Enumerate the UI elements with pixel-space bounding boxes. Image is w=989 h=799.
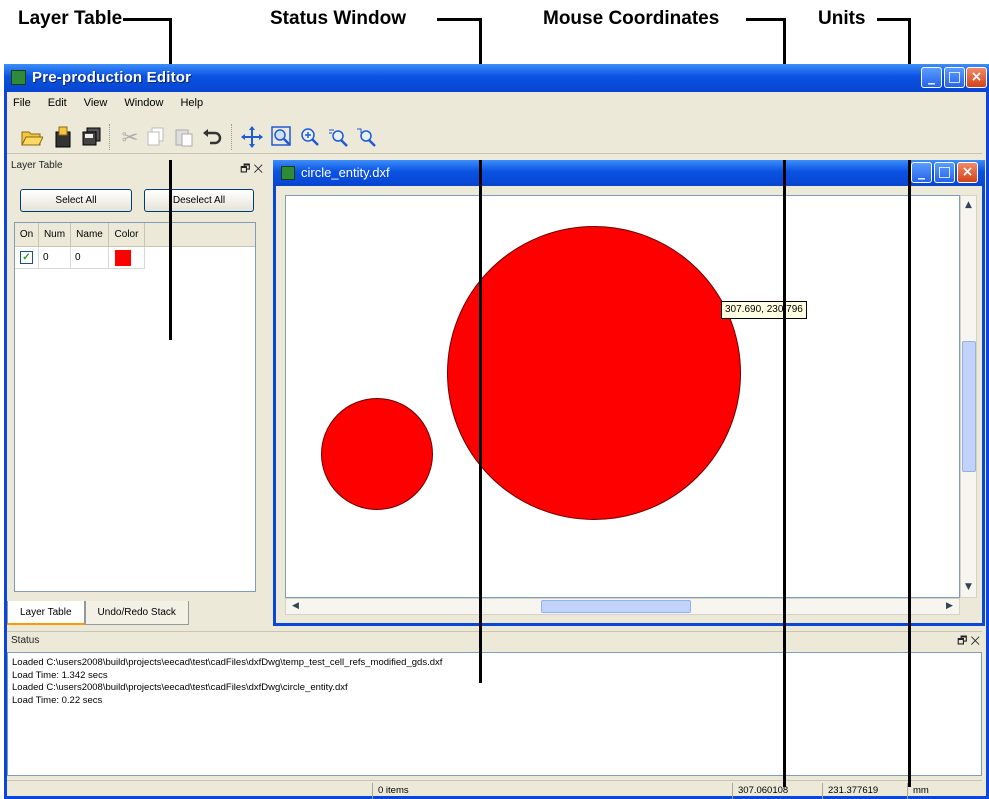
column-header-name[interactable]: Name (71, 223, 109, 247)
close-button[interactable]: × (966, 67, 987, 88)
menu-file[interactable]: File (12, 95, 32, 115)
menu-bar: File Edit View Window Help (7, 95, 204, 115)
log-line: Loaded C:\users2008\build\projects\eecad… (12, 682, 348, 693)
scroll-down-icon[interactable]: ▼ (961, 580, 976, 595)
callout-mouse-coordinates: Mouse Coordinates (543, 8, 720, 29)
app-icon (11, 70, 26, 85)
status-dock-controls[interactable]: 🗗 ✕ (957, 632, 980, 650)
layer-name-cell: 0 (71, 247, 109, 269)
dock-tabs: Layer Table Undo/Redo Stack (7, 601, 189, 625)
undo-icon[interactable] (199, 124, 225, 150)
table-header: On Num Name Color (15, 223, 255, 247)
log-line: Loaded C:\users2008\build\projects\eecad… (12, 657, 443, 668)
layer-on-cell: ✓ (15, 247, 39, 269)
menu-help[interactable]: Help (179, 95, 204, 115)
document-icon (281, 166, 295, 180)
callout-line (437, 18, 481, 21)
large-circle-entity[interactable] (447, 226, 741, 520)
save-all-icon[interactable] (79, 124, 105, 150)
status-title-label: Status (11, 635, 40, 646)
menu-view[interactable]: View (83, 95, 109, 115)
layer-num-cell: 0 (39, 247, 71, 269)
units-indicator: mm (907, 783, 977, 799)
callout-line (746, 18, 785, 21)
mouse-x-coordinate: 307.060108 (732, 783, 822, 799)
doc-close-button[interactable]: × (957, 162, 978, 183)
log-line: Load Time: 1.342 secs (12, 669, 108, 681)
paste-icon[interactable] (171, 124, 197, 150)
toolbar: ✂ (7, 118, 982, 154)
column-header-num[interactable]: Num (39, 223, 71, 247)
minimize-button[interactable]: _ (921, 67, 942, 88)
open-icon[interactable] (19, 124, 45, 150)
horizontal-scrollbar[interactable]: ◀ ▶ (285, 598, 960, 615)
layer-table: On Num Name Color ✓ 0 0 (14, 222, 256, 592)
zoom-in-icon[interactable] (297, 124, 323, 150)
status-bar: 0 items 307.060108 231.377619 mm (7, 780, 982, 799)
dock-title: Layer Table 🗗 ✕ (7, 160, 269, 176)
document-titlebar[interactable]: circle_entity.dxf _ □ × (273, 160, 985, 186)
callout-units: Units (818, 8, 866, 29)
toolbar-separator (231, 124, 233, 150)
layer-color-swatch[interactable] (115, 250, 131, 266)
document-title: circle_entity.dxf (301, 165, 390, 180)
item-count: 0 items (372, 783, 732, 799)
layer-visible-checkbox[interactable]: ✓ (20, 251, 33, 264)
column-header-color[interactable]: Color (109, 223, 145, 247)
main-titlebar[interactable]: Pre-production Editor _ □ × (4, 64, 989, 92)
maximize-button[interactable]: □ (944, 67, 965, 88)
deselect-all-button[interactable]: Deselect All (144, 189, 254, 212)
callout-status-window: Status Window (270, 8, 406, 29)
layer-color-cell (109, 247, 145, 269)
callout-line (783, 160, 786, 787)
scroll-left-icon[interactable]: ◀ (288, 599, 303, 614)
toolbar-separator (109, 124, 111, 150)
copy-icon[interactable] (143, 124, 169, 150)
doc-minimize-button[interactable]: _ (911, 162, 932, 183)
callout-layer-table: Layer Table (18, 8, 123, 29)
status-log[interactable]: Loaded C:\users2008\build\projects\eecad… (7, 652, 982, 776)
drawing-canvas[interactable] (285, 195, 960, 598)
coordinate-tooltip: 307.690, 230.796 (721, 301, 807, 319)
scroll-right-icon[interactable]: ▶ (942, 599, 957, 614)
callout-line (908, 160, 911, 787)
window-title: Pre-production Editor (32, 69, 192, 86)
cut-icon[interactable]: ✂ (117, 124, 143, 150)
menu-window[interactable]: Window (123, 95, 164, 115)
dock-controls[interactable]: 🗗 ✕ (240, 160, 263, 179)
callout-line (877, 18, 911, 21)
pan-icon[interactable] (239, 124, 265, 150)
callout-line (169, 160, 172, 340)
vertical-scrollbar[interactable]: ▲ ▼ (960, 195, 977, 598)
menu-edit[interactable]: Edit (47, 95, 68, 115)
callout-line (479, 160, 482, 683)
zoom-fit-icon[interactable] (353, 124, 379, 150)
select-all-button[interactable]: Select All (20, 189, 132, 212)
horizontal-scroll-thumb[interactable] (541, 600, 691, 613)
column-header-on[interactable]: On (15, 223, 39, 247)
dock-title-label: Layer Table (11, 160, 63, 171)
mouse-y-coordinate: 231.377619 (822, 783, 907, 799)
status-dock-title: Status 🗗 ✕ (7, 631, 982, 649)
small-circle-entity[interactable] (321, 398, 433, 510)
screenshot-stage: Layer Table Status Window Mouse Coordina… (0, 0, 989, 799)
log-line: Load Time: 0.22 secs (12, 694, 103, 706)
tab-undo-redo-stack[interactable]: Undo/Redo Stack (84, 601, 189, 625)
zoom-out-icon[interactable] (325, 124, 351, 150)
scroll-up-icon[interactable]: ▲ (961, 198, 976, 213)
callout-line (123, 18, 171, 21)
save-icon[interactable] (50, 124, 76, 150)
vertical-scroll-thumb[interactable] (962, 341, 976, 472)
tab-layer-table[interactable]: Layer Table (7, 601, 85, 625)
doc-maximize-button[interactable]: □ (934, 162, 955, 183)
table-row[interactable]: ✓ 0 0 (15, 247, 255, 269)
zoom-window-icon[interactable] (269, 124, 295, 150)
